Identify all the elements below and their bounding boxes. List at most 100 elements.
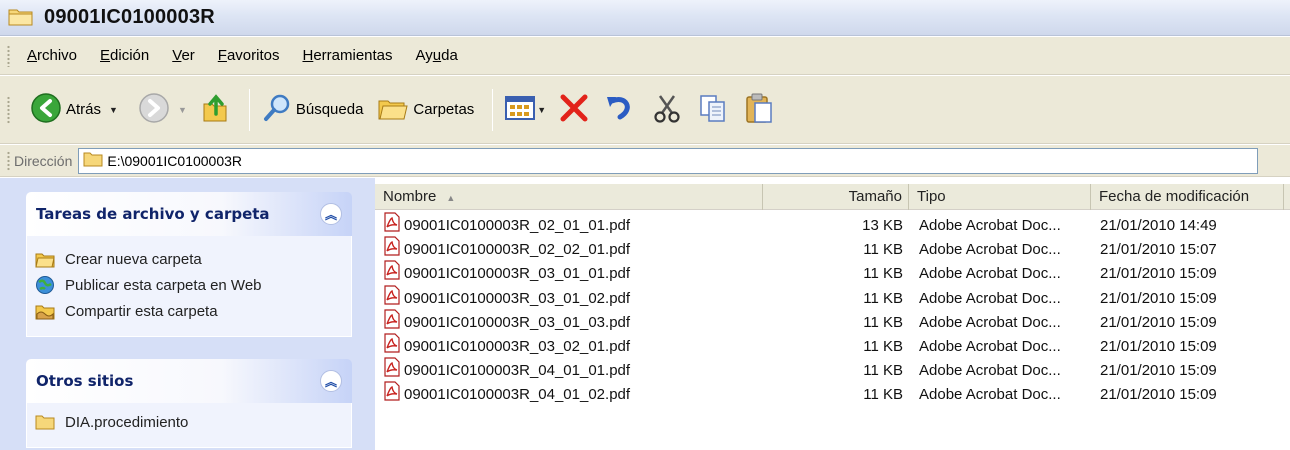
column-label: Nombre — [383, 188, 437, 205]
other-places-header[interactable]: Otros sitios ︽ — [26, 359, 352, 403]
task-publish-web[interactable]: Publicar esta carpeta en Web — [35, 272, 343, 298]
forward-arrow-icon — [138, 92, 170, 128]
column-header-size[interactable]: Tamaño — [763, 184, 909, 210]
other-places-panel: Otros sitios ︽ DIA.procedimiento — [26, 359, 352, 448]
undo-button[interactable] — [604, 93, 636, 127]
menu-bar: Archivo Edición Ver Favoritos Herramientas Ay… — [0, 37, 1290, 75]
menu-text: avoritos — [226, 47, 280, 64]
file-name-cell: 09001IC0100003R_02_01_01.pdf — [383, 212, 630, 238]
column-header-type[interactable]: Tipo — [909, 184, 1091, 210]
file-tasks-panel: Tareas de archivo y carpeta ︽ Crear nuev… — [26, 192, 352, 337]
file-type: Adobe Acrobat Doc... — [919, 241, 1061, 259]
file-name: 09001IC0100003R_03_01_03.pdf — [404, 313, 631, 331]
menu-item[interactable]: Favoritos — [215, 44, 283, 67]
menu-item[interactable]: Herramientas — [299, 44, 395, 67]
table-row[interactable]: 09001IC0100003R_03_01_02.pdf 11 KB Adobe A… — [375, 284, 1290, 311]
address-label: Dirección — [14, 152, 73, 169]
views-dropdown-icon[interactable]: ▼ — [537, 105, 546, 115]
window-title: 09001IC0100003R — [44, 6, 215, 28]
file-name: 09001IC0100003R_02_02_01.pdf — [404, 241, 631, 259]
column-header-row: Nombre ▲ Tamaño Tipo Fecha de modificació… — [375, 184, 1290, 210]
file-date: 21/01/2010 15:09 — [1100, 313, 1217, 331]
file-type: Adobe Acrobat Doc... — [919, 313, 1061, 331]
panel-title: Tareas de archivo y carpeta — [36, 205, 270, 223]
menu-item[interactable]: Ayuda — [413, 44, 461, 67]
menu-accelerator: u — [432, 47, 442, 64]
collapse-chevron-icon[interactable]: ︽ — [320, 370, 342, 392]
search-label: Búsqueda — [295, 101, 364, 118]
toolbar-grip[interactable] — [7, 45, 10, 67]
sort-ascending-icon: ▲ — [446, 193, 456, 203]
file-tasks-body: Crear nueva carpeta Publicar esta carpet… — [26, 236, 352, 337]
table-row[interactable]: 09001IC0100003R_02_01_01.pdf 13 KB Adobe A… — [375, 212, 1290, 238]
file-name: 09001IC0100003R_03_01_01.pdf — [404, 265, 631, 283]
file-name-cell: 09001IC0100003R_03_01_02.pdf — [383, 284, 631, 311]
table-row[interactable]: 09001IC0100003R_04_01_01.pdf 11 KB Adobe A… — [375, 357, 1290, 383]
search-icon — [262, 93, 292, 127]
file-name-cell: 09001IC0100003R_03_01_03.pdf — [383, 309, 631, 335]
file-date: 21/01/2010 15:09 — [1100, 289, 1217, 307]
toolbar-grip[interactable] — [7, 151, 10, 171]
forward-button[interactable]: ▼ — [138, 92, 187, 128]
new-folder-icon — [35, 250, 55, 268]
file-tasks-header[interactable]: Tareas de archivo y carpeta ︽ — [26, 192, 352, 236]
delete-button[interactable] — [558, 93, 590, 127]
other-places-body: DIA.procedimiento — [26, 403, 352, 448]
table-row[interactable]: 09001IC0100003R_03_02_01.pdf 11 KB Adobe A… — [375, 333, 1290, 359]
menu-item[interactable]: Ver — [169, 44, 198, 67]
search-button[interactable]: Búsqueda — [262, 93, 364, 127]
address-bar: Dirección E:\09001IC0100003R — [0, 145, 1290, 177]
undo-icon — [604, 93, 636, 127]
collapse-chevron-icon[interactable]: ︽ — [320, 203, 342, 225]
file-size: 11 KB — [863, 289, 903, 307]
menu-item[interactable]: Archivo — [24, 44, 80, 67]
column-header-name[interactable]: Nombre ▲ — [375, 184, 763, 210]
place-label: DIA.procedimiento — [65, 413, 189, 431]
table-row[interactable]: 09001IC0100003R_03_01_03.pdf 11 KB Adobe A… — [375, 309, 1290, 335]
views-button[interactable]: ▼ — [505, 95, 546, 125]
paste-button[interactable] — [744, 92, 774, 128]
task-label: Compartir esta carpeta — [65, 302, 218, 320]
task-new-folder[interactable]: Crear nueva carpeta — [35, 246, 343, 272]
file-type: Adobe Acrobat Doc... — [919, 386, 1061, 404]
menu-item[interactable]: Edición — [97, 44, 152, 67]
menu-text: er — [181, 47, 195, 64]
task-pane: Tareas de archivo y carpeta ︽ Crear nuev… — [0, 178, 375, 450]
address-input[interactable]: E:\09001IC0100003R — [78, 147, 1259, 174]
place-dia-procedimiento[interactable]: DIA.procedimiento — [35, 409, 343, 435]
copy-button[interactable] — [698, 93, 728, 127]
table-row[interactable]: 09001IC0100003R_04_01_02.pdf 11 KB Adobe A… — [375, 381, 1290, 407]
menu-accelerator: A — [27, 47, 38, 64]
file-name: 09001IC0100003R_03_01_02.pdf — [404, 289, 631, 307]
column-header-date[interactable]: Fecha de modificación — [1091, 184, 1284, 210]
file-type: Adobe Acrobat Doc... — [919, 289, 1061, 307]
menu-accelerator: H — [302, 47, 314, 64]
table-row[interactable]: 09001IC0100003R_03_01_01.pdf 11 KB Adobe A… — [375, 260, 1290, 286]
folder-icon — [35, 413, 55, 431]
toolbar-grip[interactable] — [7, 96, 10, 124]
file-date: 21/01/2010 15:09 — [1100, 362, 1217, 380]
panel-title: Otros sitios — [36, 372, 134, 390]
cut-button[interactable] — [652, 93, 682, 127]
forward-dropdown-icon[interactable]: ▼ — [178, 105, 187, 115]
file-name-cell: 09001IC0100003R_03_02_01.pdf — [383, 333, 630, 359]
copy-icon — [698, 93, 728, 127]
folders-button[interactable]: Carpetas — [377, 93, 474, 127]
paste-icon — [744, 92, 774, 128]
file-type: Adobe Acrobat Doc... — [919, 337, 1061, 355]
menu-accelerator: E — [100, 47, 111, 64]
task-share-folder[interactable]: Compartir esta carpeta — [35, 298, 343, 324]
back-dropdown-icon[interactable]: ▼ — [109, 105, 118, 115]
folders-label: Carpetas — [413, 101, 475, 118]
file-date: 21/01/2010 15:07 — [1100, 241, 1217, 259]
task-label: Crear nueva carpeta — [65, 250, 202, 268]
task-label: Publicar esta carpeta en Web — [65, 276, 262, 294]
file-list[interactable]: Nombre ▲ Tamaño Tipo Fecha de modificació… — [375, 178, 1290, 450]
scissors-icon — [652, 93, 682, 127]
up-folder-button[interactable] — [201, 92, 231, 128]
file-type: Adobe Acrobat Doc... — [919, 217, 1061, 234]
file-size: 13 KB — [862, 217, 903, 234]
menu-text: rchivo — [37, 47, 78, 64]
back-button[interactable]: Atrás ▼ — [30, 92, 118, 128]
table-row[interactable]: 09001IC0100003R_02_02_01.pdf 11 KB Adobe A… — [375, 236, 1290, 262]
